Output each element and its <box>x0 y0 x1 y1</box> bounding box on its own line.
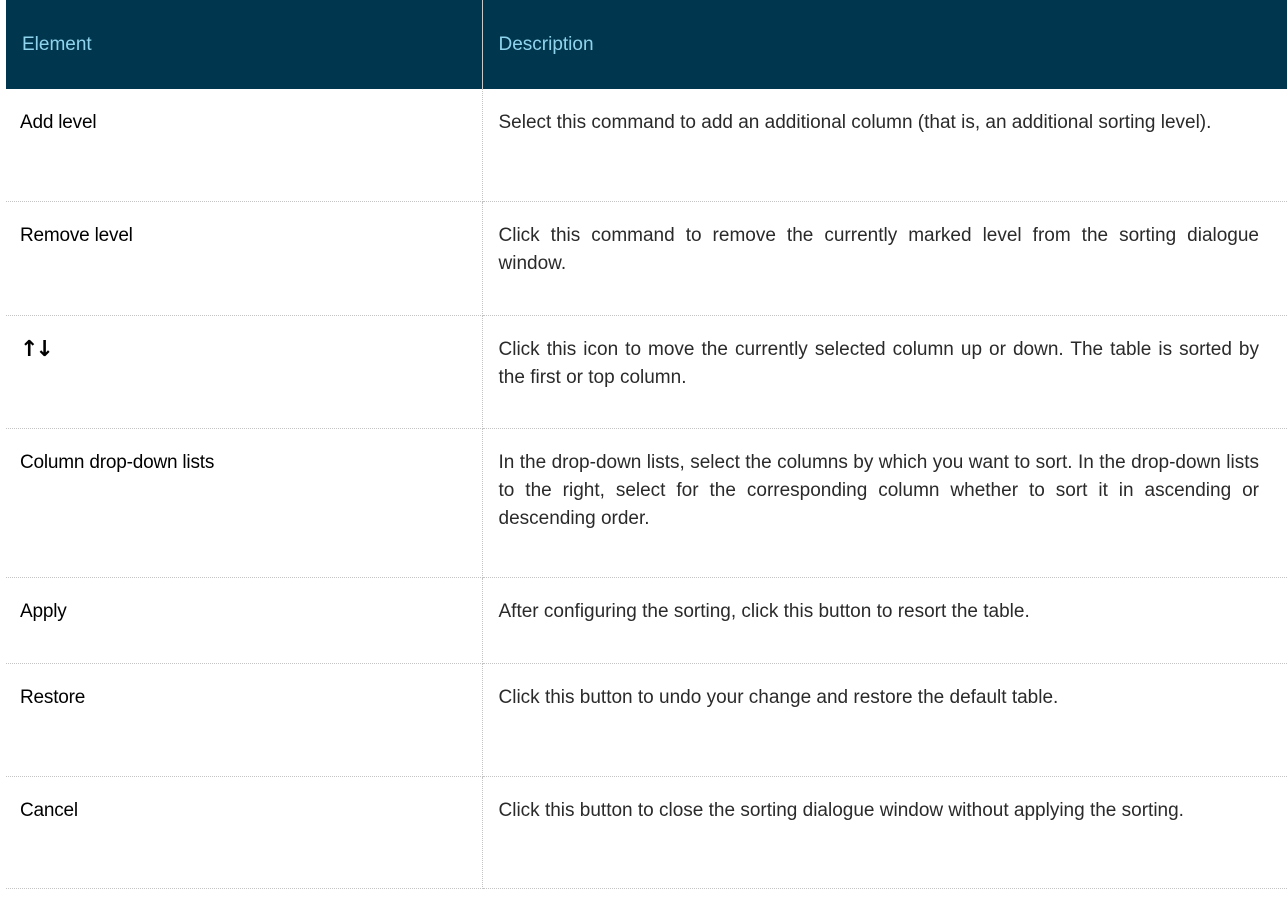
column-header-description: Description <box>481 0 1287 89</box>
element-cell-add-level: Add level <box>6 89 483 202</box>
table-row: Remove level Click this command to remov… <box>6 201 1287 316</box>
element-cell-remove-level: Remove level <box>6 201 483 316</box>
description-cell: Select this command to add an additional… <box>482 89 1287 202</box>
description-cell: Click this icon to move the currently se… <box>482 315 1287 429</box>
element-cell-restore: Restore <box>6 663 483 777</box>
element-cell-column-drop-down-lists: Column drop-down lists <box>6 428 483 578</box>
reference-table: Element Description Add level Select thi… <box>6 0 1287 889</box>
description-cell: After configuring the sorting, click thi… <box>482 577 1287 664</box>
table-header: Element Description <box>6 0 1287 89</box>
column-header-element: Element <box>6 0 482 89</box>
table-row: Add level Select this command to add an … <box>6 89 1287 202</box>
table-row: Restore Click this button to undo your c… <box>6 663 1287 777</box>
table-row: Column drop-down lists In the drop-down … <box>6 428 1287 578</box>
description-cell: In the drop-down lists, select the colum… <box>482 428 1287 578</box>
element-cell-apply: Apply <box>6 577 483 664</box>
element-cell-move-icon: ↑↓ <box>6 315 483 429</box>
description-cell: Click this command to remove the current… <box>482 201 1287 316</box>
table-row: ↑↓ Click this icon to move the currently… <box>6 315 1287 429</box>
up-down-arrows-icon: ↑↓ <box>20 337 54 362</box>
element-cell-cancel: Cancel <box>6 776 483 889</box>
description-cell: Click this button to close the sorting d… <box>482 776 1287 889</box>
table-row: Cancel Click this button to close the so… <box>6 776 1287 889</box>
table-row: Apply After configuring the sorting, cli… <box>6 577 1287 664</box>
header-row: Element Description <box>6 0 1287 89</box>
description-cell: Click this button to undo your change an… <box>482 663 1287 777</box>
